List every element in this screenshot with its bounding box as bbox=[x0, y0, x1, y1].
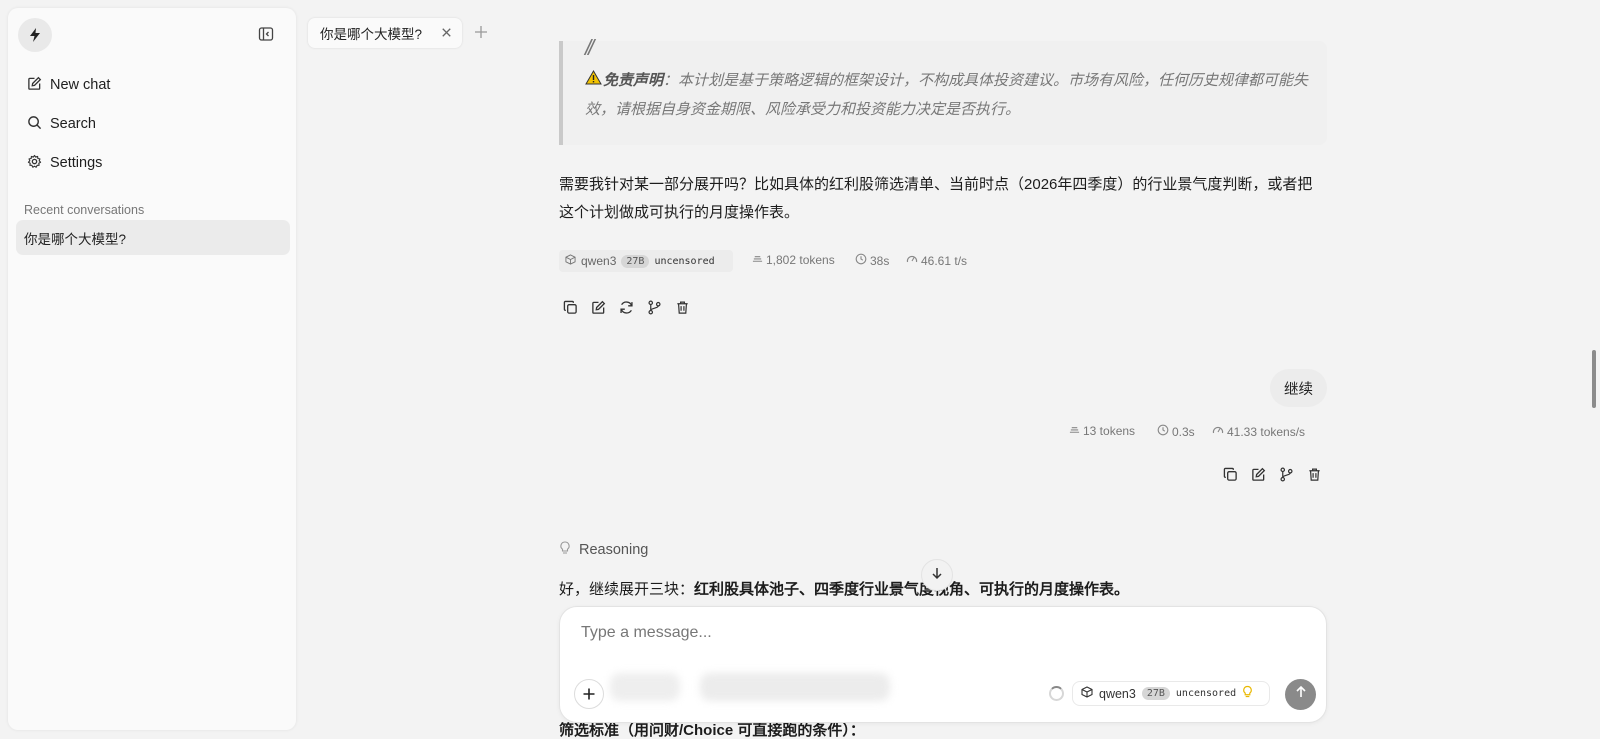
blurred-region bbox=[610, 673, 680, 701]
cube-icon bbox=[565, 254, 576, 268]
user-actions bbox=[1221, 465, 1323, 483]
disclaimer-label: 免责声明 bbox=[603, 72, 664, 89]
user-token-speed-label: 41.33 tokens/s bbox=[1227, 424, 1306, 439]
settings-button[interactable]: Settings bbox=[24, 147, 282, 179]
regenerate-icon[interactable] bbox=[617, 298, 635, 316]
tab-label: 你是哪个大模型? bbox=[320, 27, 423, 42]
assistant-reply-line: 好，继续展开三块：红利股具体池子、四季度行业景气度视角、可执行的月度操作表。 bbox=[559, 578, 1129, 599]
search-icon bbox=[27, 115, 42, 134]
gear-icon bbox=[27, 154, 42, 173]
user-response-time-label: 0.3s bbox=[1172, 424, 1195, 439]
response-time: 38s bbox=[855, 253, 889, 268]
trash-icon[interactable] bbox=[673, 298, 691, 316]
response-time-label: 38s bbox=[870, 253, 890, 268]
cube-icon bbox=[1081, 686, 1093, 701]
message-input[interactable] bbox=[581, 621, 1281, 645]
token-count: 1,802 tokens bbox=[752, 253, 835, 267]
gauge-icon bbox=[906, 253, 918, 268]
user-response-time: 0.3s bbox=[1157, 424, 1195, 439]
settings-label: Settings bbox=[50, 155, 103, 171]
add-tab-icon[interactable] bbox=[473, 24, 491, 42]
send-button[interactable] bbox=[1285, 679, 1316, 710]
assistant-follow-up: 需要我针对某一部分展开吗？比如具体的红利股筛选清单、当前时点（2026年四季度）… bbox=[559, 176, 1313, 221]
composer-variant-tag: uncensored bbox=[1175, 688, 1237, 699]
search-label: Search bbox=[50, 116, 96, 132]
edit-icon[interactable] bbox=[1249, 465, 1267, 483]
message-composer: qwen3 27B uncensored bbox=[559, 606, 1327, 723]
quote-icon: // bbox=[585, 35, 594, 60]
search-button[interactable]: Search bbox=[24, 108, 282, 140]
lightbulb-icon[interactable] bbox=[1242, 685, 1253, 702]
loading-spinner-icon bbox=[1049, 686, 1064, 701]
composer-model-name: qwen3 bbox=[1099, 686, 1136, 701]
recent-conversations-heading: Recent conversations bbox=[24, 203, 145, 217]
arrow-down-icon bbox=[930, 566, 944, 585]
user-token-speed: 41.33 tokens/s bbox=[1212, 424, 1305, 439]
user-token-count: 13 tokens bbox=[1069, 424, 1135, 438]
conversation-item[interactable]: 你是哪个大模型? bbox=[16, 220, 290, 255]
user-message-text: 继续 bbox=[1284, 381, 1313, 398]
disclaimer-body: ：本计划是基于策略逻辑的框架设计，不构成具体投资建议。市场有风险，任何历史规律都… bbox=[585, 72, 1309, 118]
branch-icon[interactable] bbox=[645, 298, 663, 316]
edit-icon bbox=[27, 76, 42, 95]
user-message-bubble: 继续 bbox=[1270, 369, 1327, 407]
model-size-tag: 27B bbox=[621, 254, 650, 268]
collapse-sidebar-icon[interactable] bbox=[258, 26, 278, 46]
new-chat-label: New chat bbox=[50, 77, 111, 93]
disclaimer-text: 免责声明：本计划是基于策略逻辑的框架设计，不构成具体投资建议。市场有风险，任何历… bbox=[585, 66, 1320, 124]
scrollbar-thumb[interactable] bbox=[1592, 350, 1596, 408]
model-badge: qwen3 27B uncensored bbox=[559, 250, 733, 272]
model-name: qwen3 bbox=[581, 254, 617, 268]
arrow-up-icon bbox=[1294, 685, 1308, 704]
clock-icon bbox=[1157, 424, 1169, 439]
copy-icon[interactable] bbox=[561, 298, 579, 316]
attach-button[interactable] bbox=[574, 679, 604, 709]
close-icon[interactable] bbox=[439, 25, 454, 40]
model-selector[interactable]: qwen3 27B uncensored bbox=[1072, 681, 1270, 706]
warning-icon bbox=[585, 66, 603, 95]
tokens-icon bbox=[752, 253, 763, 267]
reasoning-toggle[interactable]: Reasoning bbox=[559, 541, 648, 559]
sidebar: New chat Search Settings Recent conversa… bbox=[8, 8, 296, 730]
tokens-icon bbox=[1069, 424, 1080, 438]
assistant-actions bbox=[561, 298, 691, 316]
token-count-label: 1,802 tokens bbox=[766, 253, 835, 267]
lightbulb-icon bbox=[559, 541, 571, 559]
gauge-icon bbox=[1212, 424, 1224, 439]
composer-size-tag: 27B bbox=[1141, 687, 1170, 700]
token-speed: 46.61 t/s bbox=[906, 253, 967, 268]
scroll-to-bottom-button[interactable] bbox=[921, 559, 953, 591]
new-chat-button[interactable]: New chat bbox=[24, 69, 282, 101]
branch-icon[interactable] bbox=[1277, 465, 1295, 483]
edit-icon[interactable] bbox=[589, 298, 607, 316]
blurred-region bbox=[700, 673, 890, 701]
copy-icon[interactable] bbox=[1221, 465, 1239, 483]
tab-conversation[interactable]: 你是哪个大模型? bbox=[308, 18, 462, 48]
trash-icon[interactable] bbox=[1305, 465, 1323, 483]
user-token-count-label: 13 tokens bbox=[1083, 424, 1136, 438]
clock-icon bbox=[855, 253, 867, 268]
chat-area: // 免责声明：本计划是基于策略逻辑的框架设计，不构成具体投资建议。市场有风险，… bbox=[559, 0, 1327, 739]
reasoning-label: Reasoning bbox=[579, 542, 649, 558]
disclaimer-block: // 免责声明：本计划是基于策略逻辑的框架设计，不构成具体投资建议。市场有风险，… bbox=[559, 35, 1327, 145]
model-variant-tag: uncensored bbox=[654, 255, 715, 267]
reply-prefix: 好，继续展开三块： bbox=[559, 581, 695, 598]
reply-bold: 红利股具体池子、四季度行业景气度视角、可执行的月度操作表。 bbox=[694, 581, 1130, 598]
bolt-logo-icon[interactable] bbox=[18, 18, 52, 52]
token-speed-label: 46.61 t/s bbox=[921, 253, 968, 268]
